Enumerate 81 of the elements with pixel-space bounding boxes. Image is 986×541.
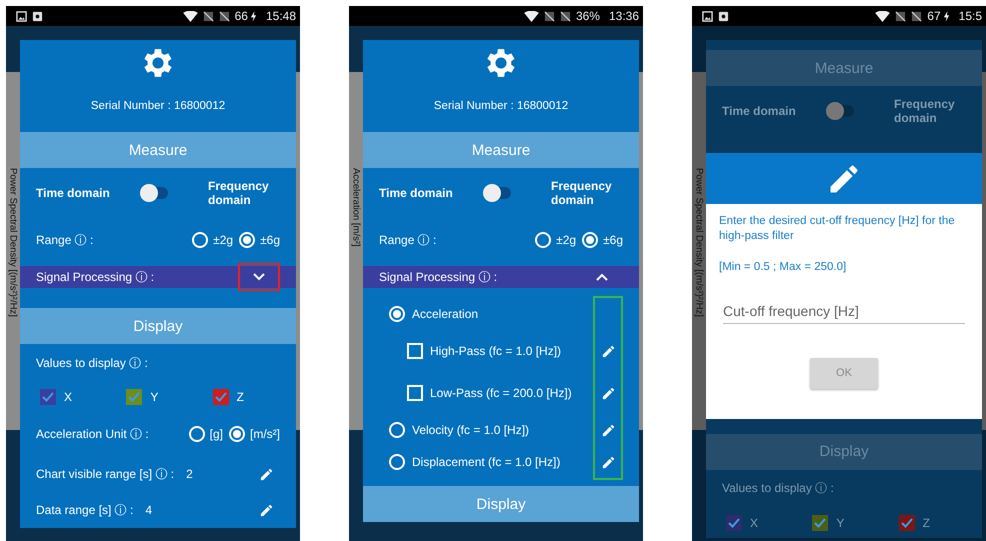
- axis-checkbox[interactable]: X: [40, 389, 72, 405]
- radio-option[interactable]: Displacement (fc = 1.0 [Hz]): [389, 446, 593, 478]
- pencil-icon[interactable]: [259, 466, 274, 482]
- axis-label: Power Spectral Density [(m/s²)²/Hz]: [694, 168, 704, 317]
- radio-option[interactable]: ±6g: [582, 232, 623, 248]
- serial-number: Serial Number : 16800012: [434, 100, 568, 112]
- axis-label: Power Spectral Density [(m/s²)²/Hz]: [8, 168, 18, 317]
- field-label: Signal Processing ⓘ :: [379, 268, 498, 286]
- radio-option[interactable]: ±6g: [239, 232, 280, 248]
- serial-number: Serial Number : 16800012: [90, 100, 226, 112]
- image-icon: [702, 10, 713, 22]
- no-sim-icon: [560, 10, 571, 22]
- section-header: Measure: [706, 50, 982, 86]
- limits-text: [Min = 0.5 ; Max = 250.0]: [719, 260, 848, 275]
- section-header: Measure: [20, 132, 296, 168]
- checkbox-option[interactable]: High-Pass (fc = 1.0 [Hz]): [389, 330, 593, 372]
- field-label: Values to display ⓘ :: [722, 480, 834, 498]
- pencil-icon[interactable]: [600, 386, 616, 400]
- axis-label: Acceleration [m/s²]: [350, 168, 362, 247]
- wifi-icon: [875, 10, 890, 22]
- domain-switch[interactable]: [826, 102, 854, 120]
- no-sim-icon: [911, 10, 922, 22]
- wifi-icon: [182, 10, 198, 22]
- radio-icon[interactable]: [188, 426, 205, 442]
- radio-option[interactable]: ±2g: [535, 232, 576, 248]
- field-value: 4: [145, 503, 152, 517]
- no-sim-icon: [202, 10, 214, 22]
- field-label: Acceleration Unit ⓘ :: [36, 426, 149, 442]
- radio-icon[interactable]: [239, 232, 256, 248]
- toggle-label: Time domain: [722, 104, 797, 118]
- domain-switch[interactable]: [140, 184, 168, 202]
- battery-level: 36%: [576, 9, 600, 23]
- clock: 13:36: [608, 9, 639, 23]
- radio-icon[interactable]: [582, 232, 598, 248]
- field-label: Values to display ⓘ :: [36, 354, 148, 372]
- clock: 15:48: [266, 9, 296, 23]
- radio-icon[interactable]: [389, 306, 405, 322]
- field-label: Chart visible range [s] ⓘ :: [36, 466, 174, 482]
- radio-icon[interactable]: [535, 232, 552, 248]
- radio-icon[interactable]: [389, 422, 405, 438]
- section-header: Measure: [363, 132, 639, 168]
- battery-level: 66: [234, 9, 248, 23]
- field-label: Range ⓘ :: [36, 232, 94, 248]
- field-label: Range ⓘ :: [379, 232, 436, 248]
- chevron-icon: [253, 273, 265, 281]
- pencil-icon[interactable]: [259, 502, 274, 518]
- image-icon: [16, 10, 27, 22]
- field-label: Data range [s] ⓘ :: [36, 502, 134, 518]
- field-value: 2: [186, 467, 193, 481]
- pencil-icon[interactable]: [600, 454, 616, 470]
- radio-icon[interactable]: [229, 426, 245, 442]
- no-sim-icon: [895, 10, 906, 22]
- wifi-icon: [524, 10, 539, 22]
- radio-option[interactable]: Acceleration: [389, 298, 593, 330]
- dialog-message: Enter the desired cut-off frequency [Hz] for the high-pass filter: [719, 214, 956, 244]
- radio-option[interactable]: [m/s²]: [229, 426, 280, 442]
- toggle-label: Frequency domain: [894, 97, 956, 125]
- radio-option[interactable]: [g]: [188, 426, 223, 442]
- toggle-label: Time domain: [379, 186, 454, 200]
- radio-icon[interactable]: [192, 232, 208, 248]
- battery-level: 67: [927, 9, 941, 23]
- no-sim-icon: [218, 10, 230, 22]
- section-header: Display: [20, 308, 296, 344]
- pencil-icon[interactable]: [600, 344, 616, 358]
- radio-icon[interactable]: [389, 454, 405, 470]
- chevron-icon: [596, 273, 608, 281]
- clock: 15:5: [958, 9, 982, 23]
- section-header: Display: [363, 486, 639, 522]
- expand-button[interactable]: [238, 263, 280, 291]
- axis-checkbox[interactable]: X: [726, 514, 758, 531]
- toggle-label: Frequency domain: [208, 179, 270, 207]
- radio-option[interactable]: Velocity (fc = 1.0 [Hz]): [389, 414, 593, 446]
- domain-switch[interactable]: [483, 184, 511, 202]
- checkbox-option[interactable]: Low-Pass (fc = 200.0 [Hz]): [389, 372, 593, 414]
- field-label: Signal Processing ⓘ :: [36, 268, 154, 286]
- radio-option[interactable]: ±2g: [192, 232, 234, 248]
- section-header: Display: [706, 434, 982, 470]
- toggle-label: Time domain: [36, 186, 111, 200]
- pencil-icon[interactable]: [600, 422, 616, 438]
- toggle-label: Frequency domain: [551, 179, 613, 207]
- no-sim-icon: [544, 10, 555, 22]
